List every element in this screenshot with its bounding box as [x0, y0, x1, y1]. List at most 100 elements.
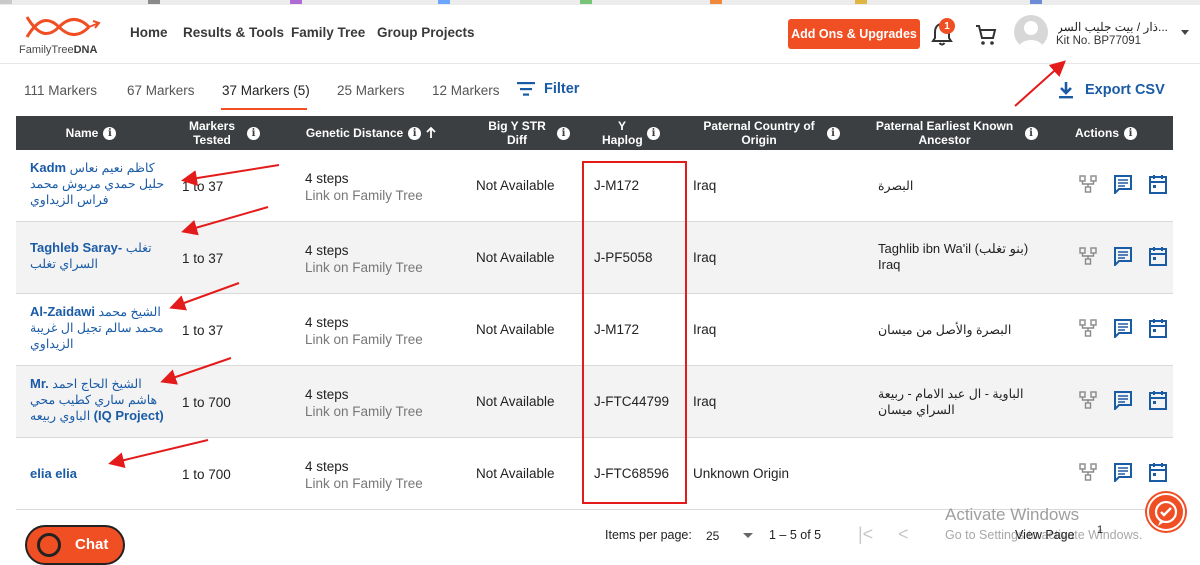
ancestor-value: Taghlib ibn Wa'il (بنو تغلب) Iraq — [878, 241, 1029, 272]
link-on-family-tree[interactable]: Link on Family Tree — [305, 331, 423, 348]
logo-text: FamilyTreeDNA — [19, 44, 98, 56]
tab-67-markers[interactable]: 67 Markers — [127, 83, 195, 98]
country-value: Iraq — [693, 322, 717, 337]
export-csv-button[interactable]: Export CSV — [1058, 81, 1165, 99]
column-header-big-y-str-diff[interactable]: Big Y STR Diff i — [471, 116, 581, 150]
tab-37-markers[interactable]: 37 Markers (5) — [222, 83, 310, 98]
country-value: Iraq — [693, 394, 717, 409]
info-icon[interactable]: i — [826, 126, 840, 140]
ancestor-value: البصرة والأصل من ميسان — [878, 323, 1012, 337]
link-on-family-tree[interactable]: Link on Family Tree — [305, 187, 423, 204]
match-name-link[interactable]: Kadm كاظم نعيم نعاس حليل حمدي مريوش محمد… — [30, 160, 170, 208]
match-name-link[interactable]: Taghleb Saray- تغلب السراي تغلب — [30, 240, 170, 272]
link-on-family-tree[interactable]: Link on Family Tree — [305, 259, 423, 276]
steps-value: 4 steps — [305, 171, 349, 186]
activate-windows-title: Activate Windows — [945, 505, 1080, 524]
user-silhouette-icon — [1018, 21, 1044, 49]
info-icon[interactable]: i — [247, 126, 260, 140]
match-name-link[interactable]: Al-Zaidawi الشيخ محمد محمد سالم تجيل ال … — [30, 304, 170, 352]
chat-label: Chat — [75, 536, 109, 553]
kit-number: Kit No. BP77091 — [1056, 35, 1142, 47]
column-header-markers-tested[interactable]: Markers Tested i — [166, 116, 276, 150]
notes-icon[interactable] — [1113, 462, 1133, 482]
page-number-select[interactable]: 1 — [1097, 524, 1103, 536]
column-header-actions[interactable]: Actions i — [1061, 116, 1151, 150]
calendar-icon[interactable] — [1149, 246, 1167, 266]
filter-lines-icon — [517, 82, 535, 96]
sort-up-arrow-icon[interactable] — [426, 127, 436, 139]
pagination-range: 1 – 5 of 5 — [769, 528, 822, 542]
dropdown-caret-icon[interactable] — [743, 533, 753, 538]
country-value: Unknown Origin — [693, 466, 790, 481]
info-icon[interactable]: i — [1024, 126, 1038, 140]
tree-view-icon[interactable] — [1079, 175, 1097, 193]
notes-icon[interactable] — [1113, 246, 1133, 266]
nav-group-projects[interactable]: Group Projects — [377, 25, 475, 40]
calendar-icon[interactable] — [1149, 174, 1167, 194]
markers-tested-value: 1 to 37 — [182, 323, 224, 338]
link-on-family-tree[interactable]: Link on Family Tree — [305, 403, 423, 420]
big-y-diff-value: Not Available — [476, 394, 555, 409]
info-icon[interactable]: i — [103, 126, 117, 140]
familytreedna-logo[interactable]: FamilyTreeDNA — [19, 13, 109, 58]
tab-111-markers[interactable]: 111 Markers — [24, 83, 97, 98]
export-csv-label: Export CSV — [1085, 82, 1165, 98]
calendar-icon[interactable] — [1149, 390, 1167, 410]
notes-icon[interactable] — [1113, 318, 1133, 338]
link-on-family-tree[interactable]: Link on Family Tree — [305, 475, 423, 492]
genetic-distance-cell: 4 steps Link on Family Tree — [305, 458, 423, 492]
steps-value: 4 steps — [305, 315, 349, 330]
genetic-distance-cell: 4 steps Link on Family Tree — [305, 242, 423, 276]
user-name[interactable]: ...ذار / بيت جليب السراي — [1058, 20, 1168, 34]
tree-view-icon[interactable] — [1079, 247, 1097, 265]
active-tab-indicator — [221, 108, 307, 110]
help-chat-icon — [1154, 500, 1178, 526]
match-name-link[interactable]: elia elia — [30, 466, 170, 482]
user-avatar[interactable] — [1014, 15, 1048, 49]
notes-icon[interactable] — [1113, 390, 1133, 410]
help-button[interactable] — [1147, 493, 1185, 531]
tree-view-icon[interactable] — [1079, 319, 1097, 337]
items-per-page-select[interactable]: 25 — [706, 529, 719, 543]
genetic-distance-cell: 4 steps Link on Family Tree — [305, 314, 423, 348]
info-icon[interactable]: i — [557, 126, 570, 140]
first-page-icon[interactable]: |< — [858, 524, 873, 545]
markers-tested-value: 1 to 37 — [182, 179, 224, 194]
notification-count-badge: 1 — [939, 18, 955, 34]
chevron-down-icon[interactable] — [1180, 29, 1190, 37]
column-header-name[interactable]: Name i — [16, 116, 166, 150]
markers-tested-value: 1 to 700 — [182, 395, 231, 410]
row-actions — [1079, 390, 1167, 410]
add-ons-upgrades-button[interactable]: Add Ons & Upgrades — [788, 19, 920, 49]
nav-home[interactable]: Home — [130, 25, 168, 40]
row-actions — [1079, 174, 1167, 194]
column-header-earliest-ancestor[interactable]: Paternal Earliest Known Ancestor i — [866, 116, 1041, 150]
tab-25-markers[interactable]: 25 Markers — [337, 83, 405, 98]
filter-button[interactable]: Filter — [517, 81, 579, 97]
items-per-page-label: Items per page: — [605, 528, 692, 542]
column-header-genetic-distance[interactable]: Genetic Distance i — [296, 116, 446, 150]
info-icon[interactable]: i — [1124, 126, 1137, 140]
markers-tested-value: 1 to 700 — [182, 467, 231, 482]
tree-view-icon[interactable] — [1079, 391, 1097, 409]
info-icon[interactable]: i — [408, 126, 422, 140]
info-icon[interactable]: i — [647, 126, 660, 140]
country-value: Iraq — [693, 250, 717, 265]
tab-12-markers[interactable]: 12 Markers — [432, 83, 500, 98]
column-header-y-haplogroup[interactable]: Y Haplog i — [581, 116, 681, 150]
calendar-icon[interactable] — [1149, 462, 1167, 482]
filter-label: Filter — [544, 81, 580, 97]
nav-results-tools[interactable]: Results & Tools — [183, 25, 284, 40]
match-name-link[interactable]: Mr. الشيخ الحاج احمد هاشم ساري كطيب محي … — [30, 376, 170, 424]
big-y-diff-value: Not Available — [476, 178, 555, 193]
tree-view-icon[interactable] — [1079, 463, 1097, 481]
notes-icon[interactable] — [1113, 174, 1133, 194]
shopping-cart-icon[interactable] — [974, 23, 998, 47]
calendar-icon[interactable] — [1149, 318, 1167, 338]
chat-button[interactable]: Chat — [25, 525, 125, 565]
markers-tested-value: 1 to 37 — [182, 251, 224, 266]
previous-page-icon[interactable]: < — [898, 524, 909, 545]
steps-value: 4 steps — [305, 387, 349, 402]
nav-family-tree[interactable]: Family Tree — [291, 25, 365, 40]
column-header-paternal-country[interactable]: Paternal Country of Origin i — [688, 116, 848, 150]
